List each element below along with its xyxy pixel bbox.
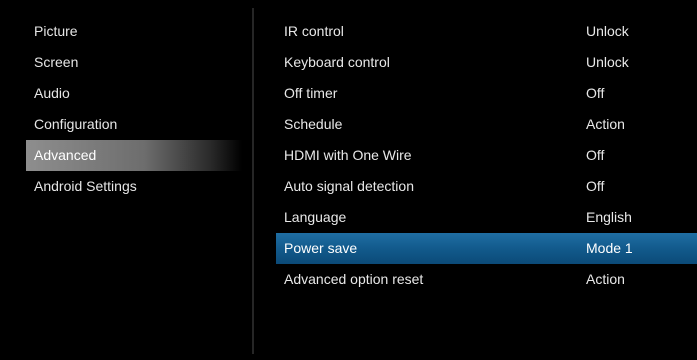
setting-value: Off bbox=[586, 178, 605, 194]
setting-value: Action bbox=[586, 271, 625, 287]
menu-item-advanced[interactable]: Advanced bbox=[26, 140, 242, 171]
menu-item-picture[interactable]: Picture bbox=[26, 16, 242, 47]
menu-divider bbox=[252, 8, 254, 354]
setting-row-hdmi-one-wire[interactable]: HDMI with One Wire Off bbox=[276, 140, 697, 171]
setting-label: HDMI with One Wire bbox=[284, 147, 412, 163]
setting-row-language[interactable]: Language English bbox=[276, 202, 697, 233]
setting-row-keyboard-control[interactable]: Keyboard control Unlock bbox=[276, 47, 697, 78]
setting-value: Off bbox=[586, 147, 605, 163]
setting-label: Auto signal detection bbox=[284, 178, 414, 194]
setting-row-advanced-option-reset[interactable]: Advanced option reset Action bbox=[276, 264, 697, 295]
menu-item-screen[interactable]: Screen bbox=[26, 47, 242, 78]
advanced-settings-list: IR control Unlock Keyboard control Unloc… bbox=[276, 16, 697, 295]
menu-item-configuration[interactable]: Configuration bbox=[26, 109, 242, 140]
menu-item-audio[interactable]: Audio bbox=[26, 78, 242, 109]
setting-row-ir-control[interactable]: IR control Unlock bbox=[276, 16, 697, 47]
setting-value: Mode 1 bbox=[586, 240, 633, 256]
setting-label: Advanced option reset bbox=[284, 271, 424, 287]
setting-row-off-timer[interactable]: Off timer Off bbox=[276, 78, 697, 109]
setting-value: Action bbox=[586, 116, 625, 132]
setting-label: Power save bbox=[284, 240, 358, 256]
setting-value: Unlock bbox=[586, 54, 629, 70]
setting-label: Schedule bbox=[284, 116, 343, 132]
setting-label: Keyboard control bbox=[284, 54, 390, 70]
setting-label: IR control bbox=[284, 23, 344, 39]
setting-value: Off bbox=[586, 85, 605, 101]
setting-value: Unlock bbox=[586, 23, 629, 39]
menu-item-android-settings[interactable]: Android Settings bbox=[26, 171, 242, 202]
setting-row-power-save[interactable]: Power save Mode 1 bbox=[276, 233, 697, 264]
setting-label: Language bbox=[284, 209, 347, 225]
setting-row-schedule[interactable]: Schedule Action bbox=[276, 109, 697, 140]
setting-value: English bbox=[586, 209, 632, 225]
setting-row-auto-signal-detection[interactable]: Auto signal detection Off bbox=[276, 171, 697, 202]
category-menu: Picture Screen Audio Configuration Advan… bbox=[26, 16, 242, 202]
setting-label: Off timer bbox=[284, 85, 338, 101]
